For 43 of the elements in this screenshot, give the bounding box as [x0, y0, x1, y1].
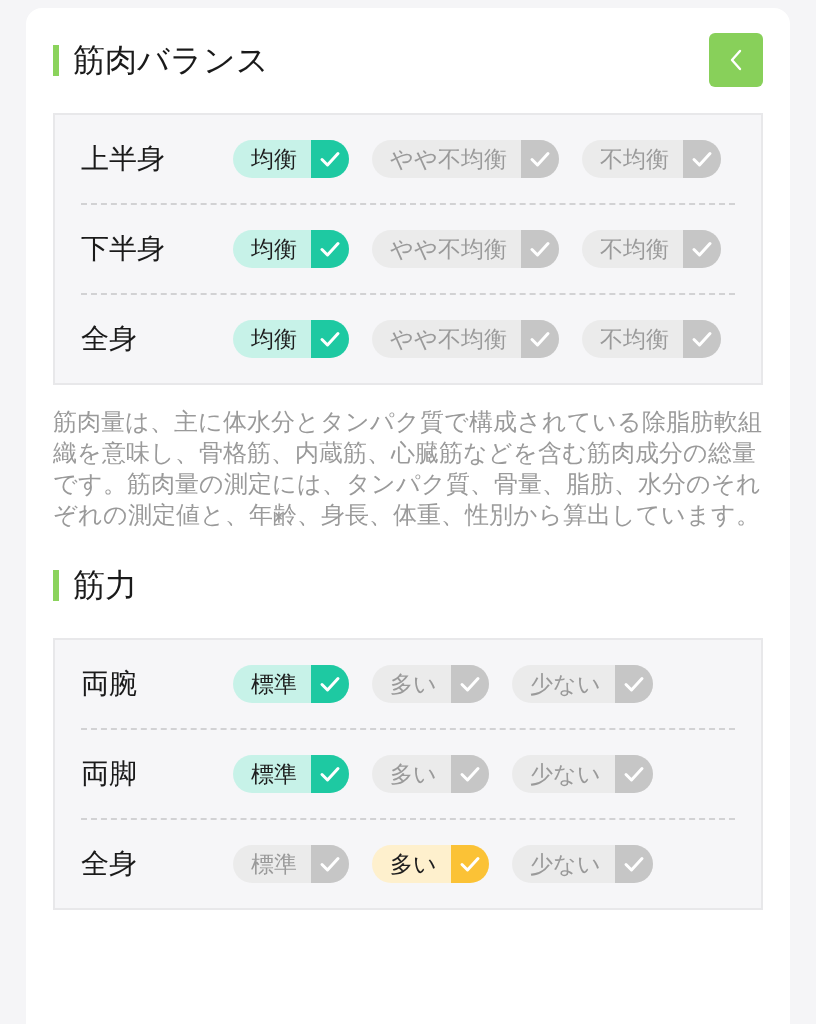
check-icon: [311, 845, 349, 883]
check-icon: [451, 755, 489, 793]
check-icon: [615, 665, 653, 703]
option-label: 不均衡: [600, 145, 669, 174]
check-icon: [521, 320, 559, 358]
option-label: 不均衡: [600, 235, 669, 264]
option-label: 少ない: [530, 760, 601, 789]
check-icon: [451, 665, 489, 703]
check-icon: [683, 140, 721, 178]
body-part-label: 下半身: [81, 232, 165, 266]
option-label: 標準: [251, 850, 297, 879]
option-label: 少ない: [530, 670, 601, 699]
body-part-label: 上半身: [81, 142, 165, 176]
option-label: 多い: [390, 760, 437, 789]
check-icon: [521, 140, 559, 178]
option-label: 不均衡: [600, 325, 669, 354]
body-part-label: 全身: [81, 847, 137, 881]
option-label: 標準: [251, 670, 297, 699]
body-part-label: 全身: [81, 322, 137, 356]
option-label: 標準: [251, 760, 297, 789]
option-label: やや不均衡: [390, 235, 507, 264]
option-label: やや不均衡: [390, 325, 507, 354]
body-part-label: 両腕: [81, 667, 137, 701]
chevron-left-icon: [730, 49, 742, 71]
check-icon: [683, 230, 721, 268]
check-icon: [615, 845, 653, 883]
option-label: 均衡: [251, 145, 297, 174]
section-title: 筋力: [73, 565, 137, 605]
body-part-label: 両脚: [81, 757, 137, 791]
section-title: 筋肉バランス: [73, 40, 269, 80]
option-label: 少ない: [530, 850, 601, 879]
option-label: 均衡: [251, 325, 297, 354]
back-button[interactable]: [709, 33, 763, 87]
accent-bar: [53, 569, 59, 601]
accent-bar: [53, 44, 59, 76]
option-label: 多い: [390, 850, 437, 879]
check-icon: [521, 230, 559, 268]
check-icon: [615, 755, 653, 793]
option-label: 多い: [390, 670, 437, 699]
option-label: やや不均衡: [390, 145, 507, 174]
description-text: 筋肉量は、主に体水分とタンパク質で構成されている除脂肪軟組織を意味し、骨格筋、内蔵筋、心臓筋などを含む筋肉成分の総量です。筋肉量の測定には、タンパク質、骨量、脂肪、水分のそれぞれの測定値と、年齢、身長、体重、性別から算出しています。: [53, 407, 763, 531]
check-icon: [683, 320, 721, 358]
option-label: 均衡: [251, 235, 297, 264]
